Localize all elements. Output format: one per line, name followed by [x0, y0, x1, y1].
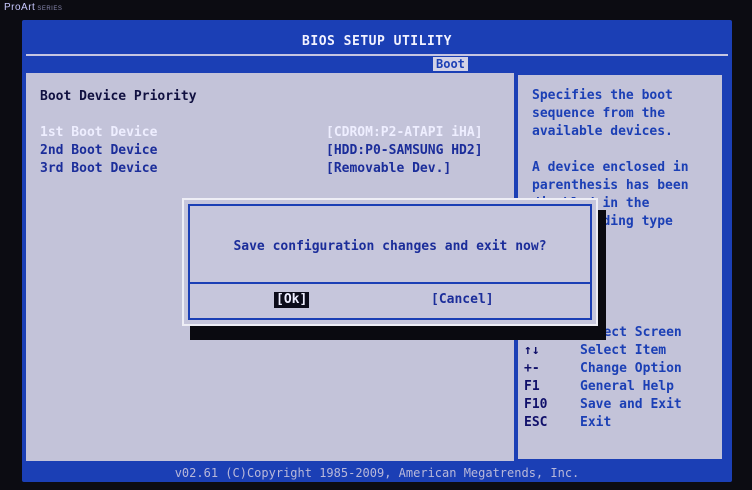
key-description: Select Item — [580, 343, 667, 358]
boot-device-label: 2nd Boot Device — [40, 143, 158, 158]
boot-device-label: 1st Boot Device — [40, 125, 158, 140]
boot-device-value: [Removable Dev.] — [326, 161, 452, 176]
cancel-button[interactable]: [Cancel] — [431, 292, 494, 308]
key-esc: ESC — [524, 415, 548, 430]
copyright-footer: v02.61 (C)Copyright 1985-2009, American … — [174, 466, 580, 480]
section-heading: Boot Device Priority — [40, 89, 197, 104]
brand-tagline: SERIES — [37, 6, 63, 12]
dialog-divider — [190, 282, 590, 284]
key-legend-row: +- Change Option — [524, 361, 720, 379]
key-description: Exit — [580, 415, 612, 430]
tab-boot[interactable]: Boot — [433, 57, 468, 71]
brand-logo: ProArt SERIES — [4, 2, 62, 13]
boot-device-row-1[interactable]: 1st Boot Device [CDROM:P2-ATAPI iHA] — [40, 125, 500, 143]
key-legend-row: ESC Exit — [524, 415, 720, 433]
boot-device-value: [CDROM:P2-ATAPI iHA] — [326, 125, 483, 140]
key-description: Save and Exit — [580, 397, 682, 412]
key-legend-row: F1 General Help — [524, 379, 720, 397]
boot-device-value: [HDD:P0-SAMSUNG HD2] — [326, 143, 483, 158]
tab-bar: Boot — [26, 54, 728, 72]
dialog-frame: Save configuration changes and exit now?… — [188, 204, 592, 320]
confirm-dialog: Save configuration changes and exit now?… — [182, 198, 598, 326]
boot-device-row-3[interactable]: 3rd Boot Device [Removable Dev.] — [40, 161, 500, 179]
boot-device-row-2[interactable]: 2nd Boot Device [HDD:P0-SAMSUNG HD2] — [40, 143, 500, 161]
arrow-up-down-icon: ↑↓ — [524, 343, 540, 358]
bios-title: BIOS SETUP UTILITY — [302, 34, 452, 49]
boot-device-label: 3rd Boot Device — [40, 161, 158, 176]
dialog-message: Save configuration changes and exit now? — [233, 239, 547, 254]
ok-button[interactable]: [Ok] — [274, 292, 310, 308]
key-description: General Help — [580, 379, 674, 394]
key-legend-row: F10 Save and Exit — [524, 397, 720, 415]
key-legend-row: ↑↓ Select Item — [524, 343, 720, 361]
key-f1: F1 — [524, 379, 540, 394]
key-f10: F10 — [524, 397, 548, 412]
brand-name: ProArt — [4, 2, 36, 13]
key-plus-minus: +- — [524, 361, 540, 376]
key-description: Change Option — [580, 361, 682, 376]
key-legend: ←→ Select Screen ↑↓ Select Item +- Chang… — [524, 325, 720, 433]
